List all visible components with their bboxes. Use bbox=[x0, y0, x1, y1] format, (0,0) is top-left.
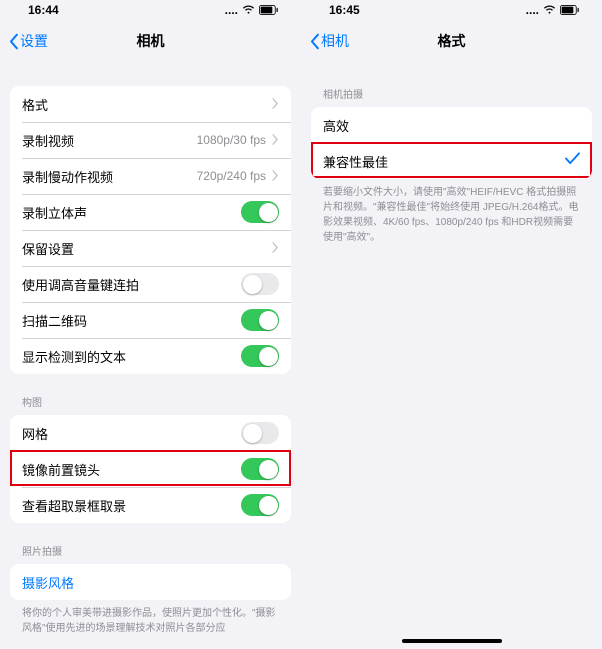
row-stereo: 录制立体声 bbox=[10, 194, 291, 230]
formats-group: 高效 兼容性最佳 bbox=[311, 107, 592, 179]
home-indicator[interactable] bbox=[402, 639, 502, 643]
dots-icon: .... bbox=[526, 3, 539, 17]
camera-settings-screen: 16:44 .... 设置 相机 格式 录制视频 1080p/30 fps bbox=[0, 0, 301, 649]
row-label: 兼容性最佳 bbox=[323, 152, 388, 171]
row-label: 录制视频 bbox=[22, 131, 74, 150]
row-record-slomo[interactable]: 录制慢动作视频 720p/240 fps bbox=[10, 158, 291, 194]
toggle-stereo[interactable] bbox=[241, 201, 279, 223]
toggle-grid[interactable] bbox=[241, 422, 279, 444]
back-button[interactable]: 设置 bbox=[8, 31, 48, 51]
row-label: 网格 bbox=[22, 424, 48, 443]
row-label: 录制慢动作视频 bbox=[22, 167, 113, 186]
settings-group-1: 格式 录制视频 1080p/30 fps 录制慢动作视频 720p/240 fp… bbox=[10, 86, 291, 374]
footer-text: 若要缩小文件大小，请使用"高效"HEIF/HEVC 格式拍摄照片和视频。"兼容性… bbox=[311, 179, 592, 245]
wifi-icon bbox=[242, 5, 255, 15]
status-bar: 16:44 .... bbox=[0, 0, 301, 20]
section-header-camera-capture: 相机拍摄 bbox=[311, 62, 592, 107]
row-preserve[interactable]: 保留设置 bbox=[10, 230, 291, 266]
row-scan-qr: 扫描二维码 bbox=[10, 302, 291, 338]
row-label: 格式 bbox=[22, 95, 48, 114]
battery-icon bbox=[560, 5, 580, 15]
nav-bar: 相机 格式 bbox=[301, 20, 602, 62]
row-record-video[interactable]: 录制视频 1080p/30 fps bbox=[10, 122, 291, 158]
chevron-left-icon bbox=[309, 33, 320, 50]
row-value: 1080p/30 fps bbox=[197, 133, 266, 147]
section-header-capture: 照片拍摄 bbox=[10, 523, 291, 564]
chevron-right-icon bbox=[272, 97, 279, 112]
row-view-outside-frame: 查看超取景框取景 bbox=[10, 487, 291, 523]
row-label: 录制立体声 bbox=[22, 203, 87, 222]
row-label: 镜像前置镜头 bbox=[22, 460, 100, 479]
row-mirror-front: 镜像前置镜头 bbox=[10, 451, 291, 487]
chevron-right-icon bbox=[272, 133, 279, 148]
row-label: 保留设置 bbox=[22, 239, 74, 258]
row-value: 720p/240 fps bbox=[197, 169, 266, 183]
row-label: 查看超取景框取景 bbox=[22, 496, 126, 515]
nav-bar: 设置 相机 bbox=[0, 20, 301, 62]
chevron-right-icon bbox=[272, 169, 279, 184]
toggle-mirror-front[interactable] bbox=[241, 458, 279, 480]
row-formats[interactable]: 格式 bbox=[10, 86, 291, 122]
wifi-icon bbox=[543, 5, 556, 15]
back-label: 设置 bbox=[20, 31, 48, 51]
settings-group-2: 网格 镜像前置镜头 查看超取景框取景 bbox=[10, 415, 291, 523]
toggle-volume-burst[interactable] bbox=[241, 273, 279, 295]
status-time: 16:44 bbox=[28, 3, 59, 17]
chevron-left-icon bbox=[8, 33, 19, 50]
status-bar: 16:45 .... bbox=[301, 0, 602, 20]
toggle-detect-text[interactable] bbox=[241, 345, 279, 367]
row-photo-styles[interactable]: 摄影风格 bbox=[10, 564, 291, 600]
footer-text: 将你的个人审美带进摄影作品，使照片更加个性化。"摄影风格"使用先进的场景理解技术… bbox=[10, 600, 291, 636]
formats-screen: 16:45 .... 相机 格式 相机拍摄 高效 兼容性最佳 若要缩小文件大小，… bbox=[301, 0, 602, 649]
status-right: .... bbox=[526, 3, 580, 17]
row-label: 显示检测到的文本 bbox=[22, 347, 126, 366]
status-right: .... bbox=[225, 3, 279, 17]
chevron-right-icon bbox=[272, 241, 279, 256]
back-button[interactable]: 相机 bbox=[309, 31, 349, 51]
section-header-composition: 构图 bbox=[10, 374, 291, 415]
battery-icon bbox=[259, 5, 279, 15]
settings-group-3: 摄影风格 bbox=[10, 564, 291, 600]
row-label: 摄影风格 bbox=[22, 573, 74, 592]
row-label: 使用调高音量键连拍 bbox=[22, 275, 139, 294]
toggle-view-outside-frame[interactable] bbox=[241, 494, 279, 516]
row-label: 扫描二维码 bbox=[22, 311, 87, 330]
dots-icon: .... bbox=[225, 3, 238, 17]
row-label: 高效 bbox=[323, 116, 349, 135]
checkmark-icon bbox=[565, 152, 580, 170]
row-detect-text: 显示检测到的文本 bbox=[10, 338, 291, 374]
toggle-scan-qr[interactable] bbox=[241, 309, 279, 331]
row-grid: 网格 bbox=[10, 415, 291, 451]
back-label: 相机 bbox=[321, 31, 349, 51]
row-high-efficiency[interactable]: 高效 bbox=[311, 107, 592, 143]
status-time: 16:45 bbox=[329, 3, 360, 17]
row-most-compatible[interactable]: 兼容性最佳 bbox=[311, 143, 592, 179]
row-volume-burst: 使用调高音量键连拍 bbox=[10, 266, 291, 302]
